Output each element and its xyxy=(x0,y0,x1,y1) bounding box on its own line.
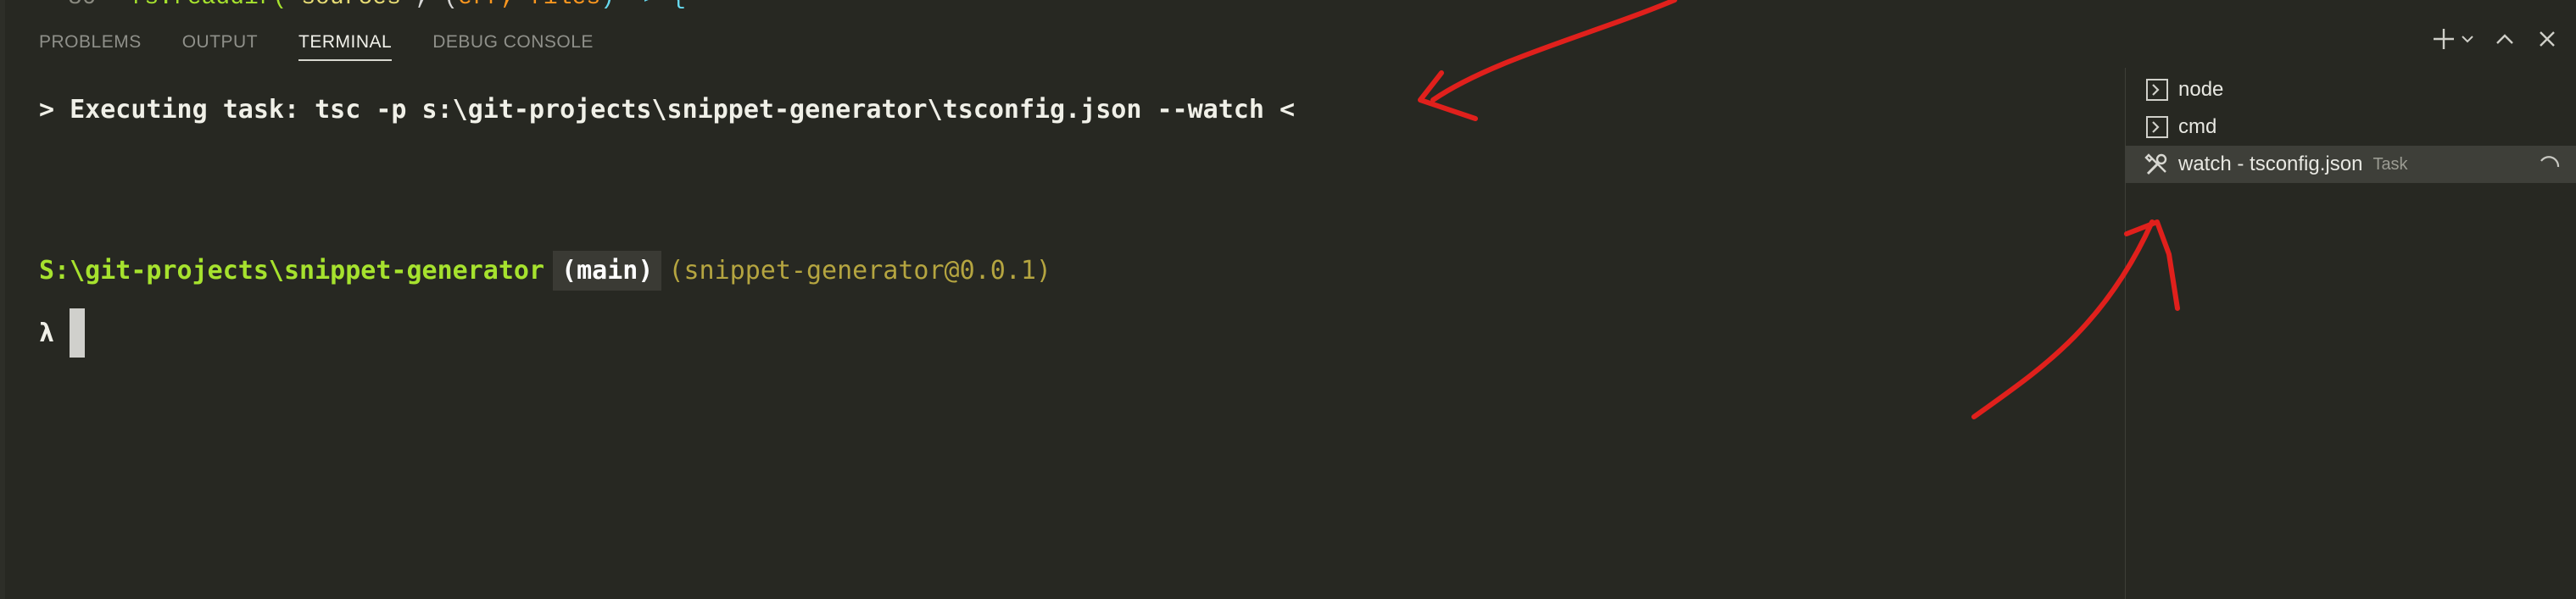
code-params: err, files xyxy=(458,0,600,11)
terminal-cursor xyxy=(70,308,86,358)
left-edge xyxy=(0,0,5,599)
maximize-panel-icon[interactable] xyxy=(2491,24,2518,54)
editor-code-line: 80 fs.readdir('sources', (err, files) => … xyxy=(68,0,686,11)
prompt-symbol: λ xyxy=(39,318,55,348)
terminal-item-watch-task[interactable]: watch - tsconfig.json Task xyxy=(2126,146,2576,183)
tools-icon xyxy=(2144,152,2170,177)
code-arrow: ) => { xyxy=(600,0,686,11)
panel-tabs: PROBLEMS OUTPUT TERMINAL DEBUG CONSOLE xyxy=(39,25,594,63)
terminal-item-label: node xyxy=(2178,78,2224,101)
chevron-down-icon[interactable] xyxy=(2459,24,2476,54)
prompt-path: S:\git-projects\snippet-generator xyxy=(39,256,545,286)
package-version: (snippet-generator@0.0.1) xyxy=(668,256,1051,286)
terminal-icon xyxy=(2144,114,2170,140)
line-number: 80 xyxy=(68,0,97,11)
task-command-line: > Executing task: tsc -p s:\git-projects… xyxy=(39,95,1296,125)
code-string: 'sources' xyxy=(287,0,415,11)
prompt-line: S:\git-projects\snippet-generator (main)(… xyxy=(39,251,1051,291)
panel-actions xyxy=(2430,24,2561,54)
close-icon[interactable] xyxy=(2534,24,2561,54)
terminal-item-cmd[interactable]: cmd xyxy=(2126,108,2576,146)
tab-debug-console[interactable]: DEBUG CONSOLE xyxy=(432,25,594,61)
tab-output[interactable]: OUTPUT xyxy=(182,25,258,61)
terminal-item-label: cmd xyxy=(2178,115,2217,138)
git-branch: (main) xyxy=(553,251,662,291)
code-punct: , ( xyxy=(415,0,458,11)
code-function: fs.readdir( xyxy=(131,0,287,11)
new-terminal-icon[interactable] xyxy=(2430,24,2457,54)
tab-problems[interactable]: PROBLEMS xyxy=(39,25,142,61)
tab-terminal[interactable]: TERMINAL xyxy=(298,25,393,61)
loading-spinner-icon xyxy=(2538,154,2560,182)
task-tag: Task xyxy=(2372,154,2408,174)
red-arrow-top xyxy=(1418,0,1677,121)
input-line: λ xyxy=(39,308,86,358)
terminal-list: node cmd watch - tsconfig.json Task xyxy=(2125,68,2576,599)
terminal-item-node[interactable]: node xyxy=(2126,71,2576,108)
terminal-item-label: watch - tsconfig.json xyxy=(2178,153,2363,175)
terminal-icon xyxy=(2144,77,2170,103)
